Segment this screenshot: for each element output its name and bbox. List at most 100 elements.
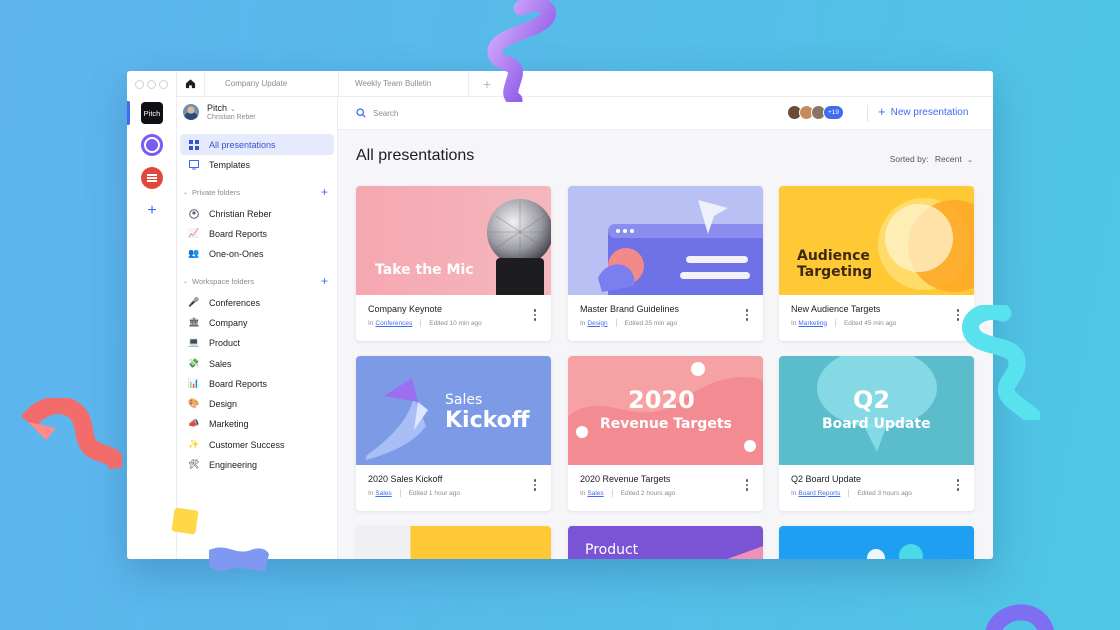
presentation-card-master-brand-guidelines[interactable]: Master Brand Guidelines In Design Edited… [568,186,763,341]
card-meta: In Sales Edited 2 hours ago [580,489,675,497]
chevron-down-icon: ⌄ [230,106,236,113]
sidebar-item-label: One-on-Ones [209,248,264,259]
sidebar-item-label: Marketing [209,418,249,429]
workspace-pitch-icon[interactable]: Pitch [141,102,163,124]
card-folder-link[interactable]: Board Reports [798,490,840,497]
thumbnail-title-line1: Sales [445,392,483,408]
sidebar-item-christian-reber[interactable]: Christian Reber [180,203,334,224]
more-options-icon[interactable] [533,479,537,491]
tab-company-update[interactable]: Company Update [205,71,339,97]
chevron-down-icon: ⌄ [183,189,189,196]
card-folder-link[interactable]: Design [587,320,607,327]
confetti-ribbon-red [22,398,122,471]
sidebar-item-label: Company [209,317,248,328]
thumbnail-title-line2: Revenue Targets [600,416,732,432]
sidebar-item-all-presentations[interactable]: All presentations [180,134,334,155]
thumbnail-title: Product [585,542,639,558]
sidebar-item-label: Design [209,398,238,409]
sidebar-item-board-reports[interactable]: 📊 Board Reports [180,373,334,394]
card-meta: In Marketing Edited 45 min ago [791,319,896,327]
sidebar-item-company[interactable]: 🏛 Company [180,312,334,333]
card-title: Master Brand Guidelines [580,304,680,314]
divider [420,319,422,327]
sidebar-item-label: All presentations [209,139,276,150]
presentation-card-partial-3[interactable] [779,526,974,559]
card-title: Company Keynote [368,304,443,314]
more-options-icon[interactable] [956,479,960,491]
palette-icon: 🎨 [188,398,200,408]
presentation-card-2020-revenue-targets[interactable]: 2020 Revenue Targets 2020 Revenue Target… [568,356,763,511]
more-options-icon[interactable] [533,309,537,321]
card-edited: Edited 10 min ago [429,319,482,327]
sort-dropdown[interactable]: Sorted by: Recent ⌄ [890,154,973,164]
presentation-card-q2-board-update[interactable]: Q2 Board Update Q2 Board Update In Board… [779,356,974,511]
sidebar-item-engineering[interactable]: 🛠 Engineering [180,454,334,475]
people-emoji-icon: 👥 [188,248,200,258]
sidebar-item-label: Engineering [209,459,258,470]
card-folder-link[interactable]: Conferences [375,320,412,327]
account-switcher[interactable]: Pitch ⌄ Christian Reber [183,103,256,121]
plus-icon: + [878,104,886,119]
sidebar-item-label: Customer Success [209,439,285,450]
home-icon [185,79,196,89]
presentation-card-partial-product[interactable]: Product [568,526,763,559]
sidebar-item-customer-success[interactable]: ✨ Customer Success [180,434,334,455]
sidebar-item-templates[interactable]: Templates [180,154,334,175]
card-folder-link[interactable]: Sales [375,490,391,497]
sidebar-item-board-reports-private[interactable]: 📈 Board Reports [180,223,334,244]
card-folder-link[interactable]: Marketing [798,320,827,327]
sidebar-item-marketing[interactable]: 📣 Marketing [180,413,334,434]
presentation-card-2020-sales-kickoff[interactable]: Sales Kickoff 2020 Sales Kickoff In Sale… [356,356,551,511]
workspace-red-icon[interactable] [141,167,163,189]
sidebar-item-label: Christian Reber [209,208,272,219]
sidebar-item-label: Conferences [209,297,261,308]
card-thumbnail: Sales Kickoff [356,356,551,465]
app-window: Pitch + Company Update Weekly Team Bulle… [127,71,993,559]
card-folder-link[interactable]: Sales [587,490,603,497]
sidebar-item-design[interactable]: 🎨 Design [180,393,334,414]
presentation-card-company-keynote[interactable]: Take the Mic Company Keynote In Conferen… [356,186,551,341]
collaborator-avatars[interactable]: +19 [787,105,844,120]
chevron-down-icon: ⌄ [183,278,189,285]
sidebar-item-product[interactable]: 💻 Product [180,332,334,353]
card-in-label: In [368,489,374,497]
card-title: 2020 Revenue Targets [580,474,671,484]
presentation-card-new-audience-targets[interactable]: Audience Targeting New Audience Targets … [779,186,974,341]
more-options-icon[interactable] [745,479,749,491]
add-workspace-button[interactable]: + [145,203,159,219]
sidebar-item-one-on-ones[interactable]: 👥 One-on-Ones [180,243,334,264]
card-edited: Edited 2 hours ago [620,489,676,497]
search-icon [356,108,366,118]
card-in-label: In [580,319,586,327]
workspace-purple-icon[interactable] [141,134,163,156]
card-title: 2020 Sales Kickoff [368,474,443,484]
account-user-name: Christian Reber [207,114,256,121]
more-options-icon[interactable] [745,309,749,321]
window-controls[interactable] [135,80,168,89]
tab-weekly-team-bulletin[interactable]: Weekly Team Bulletin [339,71,469,97]
add-workspace-folder-button[interactable]: + [321,274,328,288]
card-meta: In Design Edited 25 min ago [580,319,677,327]
presentation-card-partial-1[interactable] [356,526,551,559]
thumbnail-title-line1: Q2 [853,386,891,414]
laptop-icon: 💻 [188,337,200,347]
divider [867,105,868,122]
add-private-folder-button[interactable]: + [321,185,328,199]
new-presentation-button[interactable]: + New presentation [878,104,968,119]
account-workspace-name: Pitch [207,103,228,113]
card-edited: Edited 25 min ago [624,319,678,327]
divider [615,319,617,327]
card-meta: In Sales Edited 1 hour ago [368,489,460,497]
sidebar-item-label: Board Reports [209,228,268,239]
sidebar-item-sales[interactable]: 💸 Sales [180,353,334,374]
collaborators-more-badge: +19 [823,105,844,120]
building-icon: 🏛 [188,317,200,327]
active-workspace-indicator [127,101,130,125]
search-input[interactable]: Search [356,108,398,118]
card-in-label: In [580,489,586,497]
template-icon [188,159,200,170]
home-tab[interactable] [177,71,205,97]
sort-label: Sorted by: [889,154,929,164]
main-content: Search +19 + New presentation All presen… [338,97,993,559]
sidebar-item-conferences[interactable]: 🎤 Conferences [180,292,334,313]
